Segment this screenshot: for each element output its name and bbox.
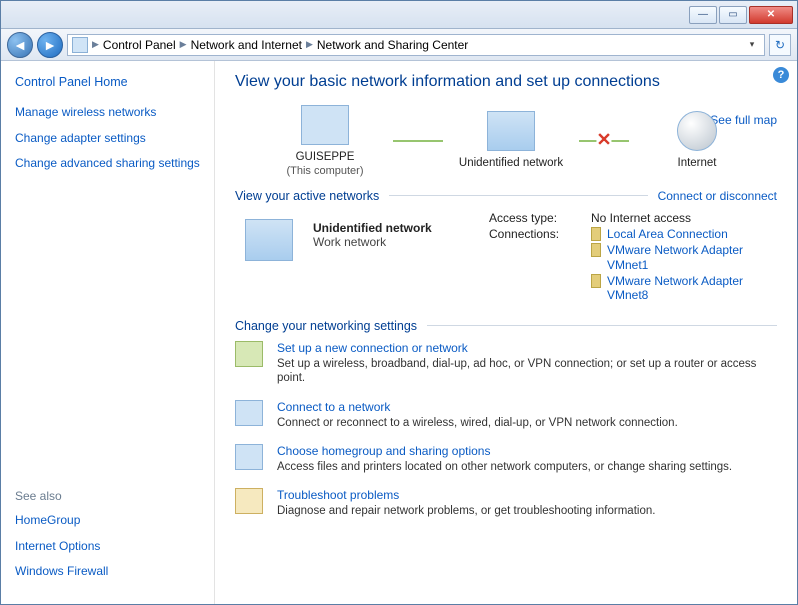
- map-node-this-computer[interactable]: GUISEPPE (This computer): [265, 105, 385, 177]
- back-button[interactable]: ◄: [7, 32, 33, 58]
- address-bar: ◄ ► ▶ Control Panel▶ Network and Interne…: [1, 29, 797, 61]
- task-link[interactable]: Connect to a network: [277, 400, 390, 414]
- see-also-homegroup[interactable]: HomeGroup: [15, 513, 200, 529]
- sidebar-link-manage-wireless[interactable]: Manage wireless networks: [15, 105, 200, 121]
- change-settings-header: Change your networking settings: [235, 319, 417, 333]
- network-sharing-icon: [72, 37, 88, 53]
- setup-connection-icon: [235, 341, 263, 367]
- connection-link-local-area[interactable]: Local Area Connection: [591, 227, 777, 241]
- task-troubleshoot[interactable]: Troubleshoot problems Diagnose and repai…: [235, 488, 777, 518]
- globe-icon: [677, 111, 717, 151]
- breadcrumb-item[interactable]: Network and Sharing Center: [317, 38, 468, 52]
- active-network-row: Unidentified network Work network Access…: [235, 211, 777, 307]
- control-panel-home-link[interactable]: Control Panel Home: [15, 75, 200, 89]
- task-connect-network[interactable]: Connect to a network Connect or reconnec…: [235, 400, 777, 430]
- forward-button[interactable]: ►: [37, 32, 63, 58]
- task-link[interactable]: Troubleshoot problems: [277, 488, 399, 502]
- connect-network-icon: [235, 400, 263, 426]
- connection-link-vmnet1[interactable]: VMware Network Adapter VMnet1: [591, 243, 777, 272]
- minimize-button[interactable]: —: [689, 6, 717, 24]
- close-button[interactable]: ✕: [749, 6, 793, 24]
- task-homegroup[interactable]: Choose homegroup and sharing options Acc…: [235, 444, 777, 474]
- plug-icon: [591, 274, 601, 288]
- connections-label: Connections:: [489, 227, 579, 305]
- sidebar-link-change-adapter[interactable]: Change adapter settings: [15, 131, 200, 147]
- active-network-name: Unidentified network: [313, 221, 432, 235]
- see-full-map-link[interactable]: See full map: [710, 113, 777, 127]
- connect-disconnect-link[interactable]: Connect or disconnect: [658, 189, 777, 203]
- map-link-broken: [579, 140, 629, 142]
- network-map: GUISEPPE (This computer) Unidentified ne…: [265, 105, 777, 177]
- maximize-button[interactable]: ▭: [719, 6, 747, 24]
- connection-link-vmnet8[interactable]: VMware Network Adapter VMnet8: [591, 274, 777, 303]
- plug-icon: [591, 227, 601, 241]
- active-networks-header: View your active networks: [235, 189, 379, 203]
- refresh-button[interactable]: ↻: [769, 34, 791, 56]
- breadcrumb-item[interactable]: Control Panel▶: [103, 38, 187, 52]
- task-link[interactable]: Choose homegroup and sharing options: [277, 444, 490, 458]
- sidebar: Control Panel Home Manage wireless netwo…: [1, 61, 215, 604]
- map-node-network[interactable]: Unidentified network: [451, 111, 571, 171]
- troubleshoot-icon: [235, 488, 263, 514]
- access-type-label: Access type:: [489, 211, 579, 225]
- active-network-type[interactable]: Work network: [313, 235, 432, 249]
- network-icon: [487, 111, 535, 151]
- task-link[interactable]: Set up a new connection or network: [277, 341, 468, 355]
- plug-icon: [591, 243, 601, 257]
- page-title: View your basic network information and …: [235, 73, 777, 91]
- breadcrumb-box[interactable]: ▶ Control Panel▶ Network and Internet▶ N…: [67, 34, 765, 56]
- window-titlebar: — ▭ ✕: [1, 1, 797, 29]
- see-also-windows-firewall[interactable]: Windows Firewall: [15, 564, 200, 580]
- breadcrumb-item[interactable]: Network and Internet▶: [191, 38, 313, 52]
- chevron-right-icon: ▶: [92, 39, 99, 50]
- map-link-good: [393, 140, 443, 142]
- address-dropdown[interactable]: ▾: [744, 39, 760, 50]
- task-setup-connection[interactable]: Set up a new connection or network Set u…: [235, 341, 777, 386]
- see-also-internet-options[interactable]: Internet Options: [15, 539, 200, 555]
- see-also-header: See also: [15, 489, 200, 503]
- computer-icon: [301, 105, 349, 145]
- network-large-icon: [245, 219, 293, 261]
- access-type-value: No Internet access: [591, 211, 691, 225]
- sidebar-link-change-advanced-sharing[interactable]: Change advanced sharing settings: [15, 156, 200, 172]
- help-icon[interactable]: ?: [773, 67, 789, 83]
- content-pane: ? View your basic network information an…: [215, 61, 797, 604]
- homegroup-icon: [235, 444, 263, 470]
